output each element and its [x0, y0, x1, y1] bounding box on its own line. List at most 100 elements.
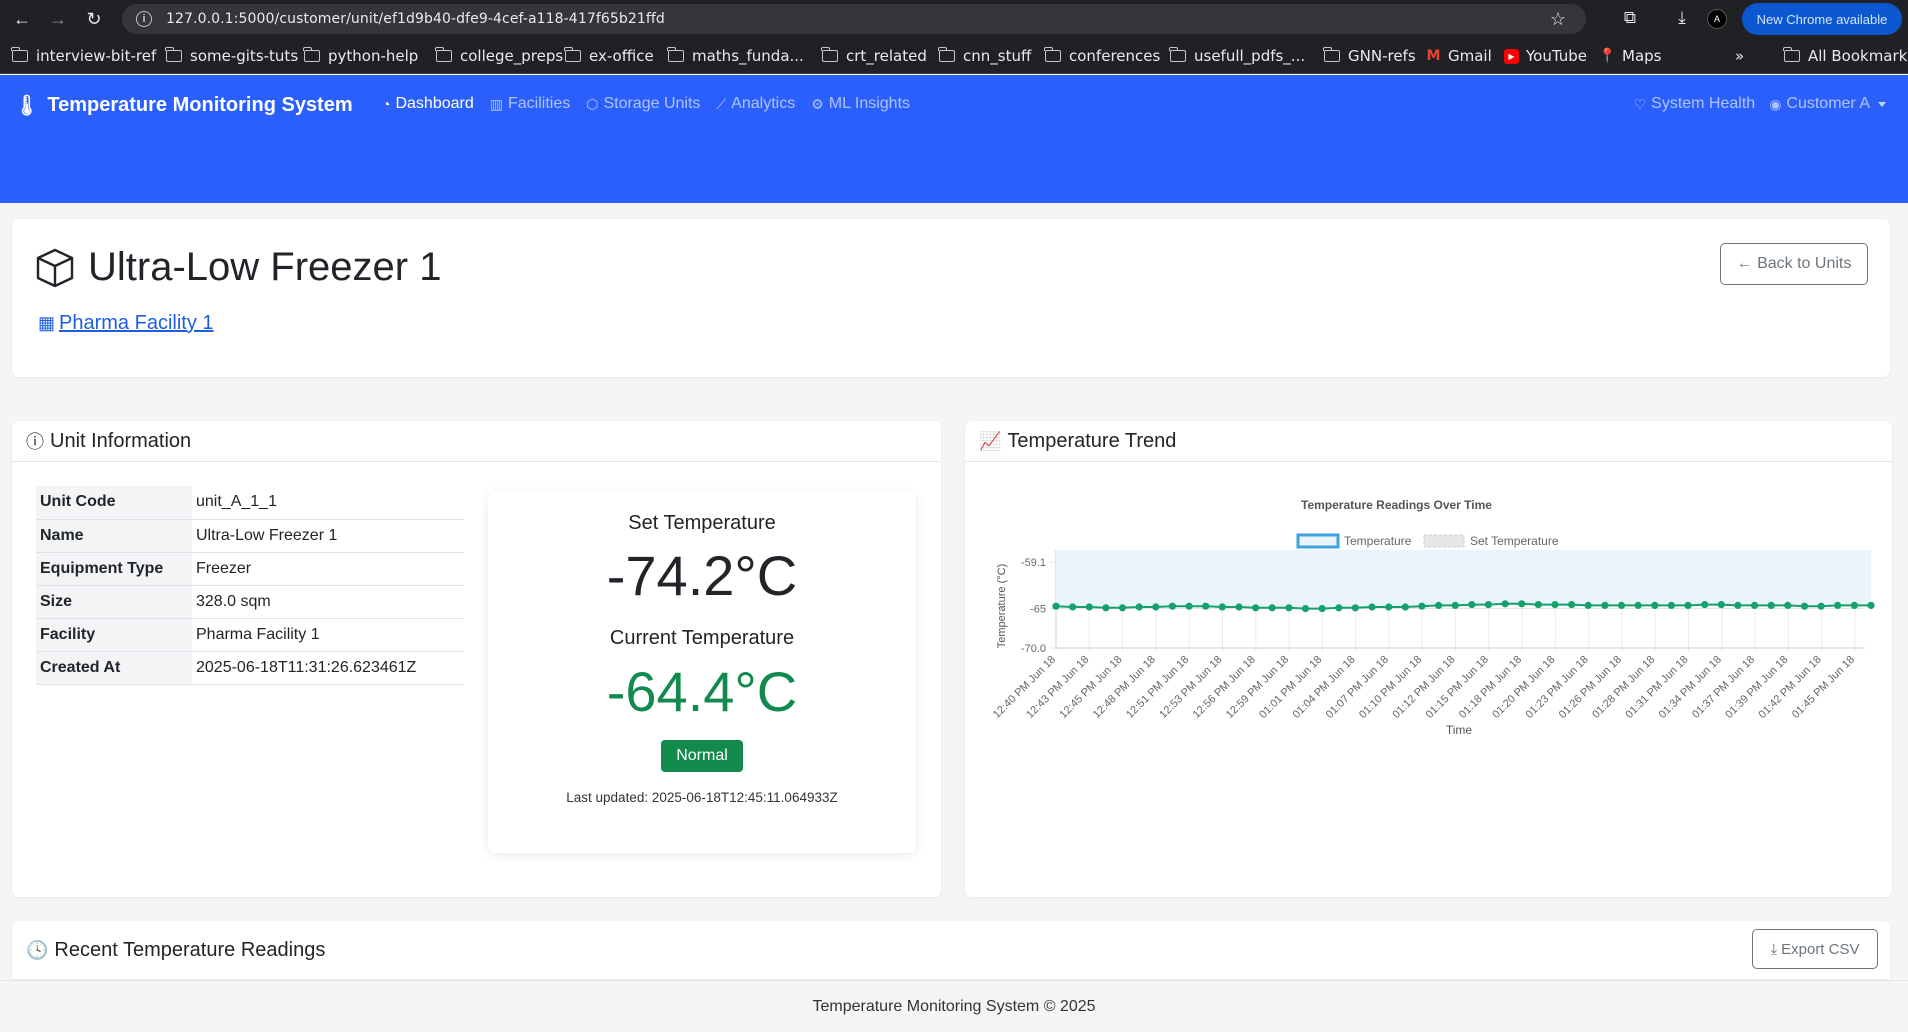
- bookmark-label: some-gits-tuts: [190, 47, 299, 65]
- nav-facilities[interactable]: ▥ Facilities: [490, 95, 570, 113]
- extensions-icon[interactable]: ⧉: [1619, 8, 1641, 28]
- app-navbar: 🌡 Temperature Monitoring System ◔ Dashbo…: [0, 75, 1908, 203]
- folder-icon: [1783, 47, 1800, 62]
- bookmark-python-help[interactable]: python-help: [303, 47, 418, 65]
- temperature-point: [1135, 603, 1143, 611]
- export-csv-label: Export CSV: [1781, 940, 1860, 958]
- bookmark-gmail[interactable]: M Gmail: [1426, 47, 1492, 65]
- nav-right: ♡ System Health ◉ Customer A: [1634, 95, 1886, 113]
- more-bookmarks-icon[interactable]: »: [1735, 47, 1744, 65]
- legend-label-temperature: Temperature: [1344, 534, 1412, 548]
- download-icon: ⤓: [1770, 940, 1778, 958]
- temperature-trend-card: 📈 Temperature Trend Temperature Readings…: [965, 421, 1892, 897]
- profile-avatar[interactable]: A: [1707, 9, 1727, 29]
- last-updated-text: Last updated: 2025-06-18T12:45:11.064933…: [566, 790, 838, 805]
- bookmark-conferences[interactable]: conferences: [1044, 47, 1160, 65]
- clock-history-icon: 🕓: [26, 939, 49, 960]
- brand-title: Temperature Monitoring System: [47, 94, 353, 116]
- bookmark-some-gits-tuts[interactable]: some-gits-tuts: [165, 47, 299, 65]
- bookmark-label: GNN-refs: [1348, 47, 1416, 65]
- current-temperature-label: Current Temperature: [609, 627, 795, 649]
- temperature-point: [1401, 603, 1409, 611]
- bookmark-interview-bit-ref[interactable]: interview-bit-ref: [11, 47, 156, 65]
- unit-information-header: ⓘ Unit Information: [12, 421, 941, 462]
- folder-icon: [1323, 47, 1340, 62]
- nav-system-health[interactable]: ♡ System Health: [1634, 95, 1756, 113]
- export-csv-button[interactable]: ⤓ Export CSV: [1752, 929, 1878, 969]
- bookmark-star-icon[interactable]: ☆: [1550, 9, 1566, 30]
- row-value: 328.0 sqm: [192, 585, 464, 619]
- bookmark-label: crt_related: [846, 47, 927, 65]
- temperature-point: [1584, 601, 1592, 609]
- brand[interactable]: 🌡 Temperature Monitoring System: [14, 93, 353, 118]
- temperature-point: [1102, 604, 1110, 612]
- bookmark-label: cnn_stuff: [963, 47, 1032, 65]
- unit-header-card: Ultra-Low Freezer 1 ▦ Pharma Facility 1 …: [12, 219, 1890, 377]
- nav-analytics[interactable]: ⟋ Analytics: [716, 95, 795, 113]
- back-arrow-icon[interactable]: ←: [8, 5, 36, 33]
- bookmark-college-preps[interactable]: college_preps: [435, 47, 563, 65]
- nav-facilities-label: Facilities: [507, 95, 571, 112]
- row-value: Ultra-Low Freezer 1: [192, 519, 464, 553]
- temperature-point: [1285, 604, 1293, 612]
- bookmark-crt-related[interactable]: crt_related: [821, 47, 927, 65]
- temperature-point: [1767, 601, 1775, 609]
- bookmark-label: ex-office: [589, 47, 654, 65]
- temperature-point: [1601, 601, 1609, 609]
- graph-icon: ⟋: [716, 95, 727, 112]
- unit-title: Ultra-Low Freezer 1: [88, 245, 442, 289]
- row-value: Pharma Facility 1: [192, 618, 464, 652]
- nav-ml-insights[interactable]: ⚙ ML Insights: [811, 95, 910, 113]
- graph-up-icon: 📈: [979, 430, 1002, 451]
- url-text[interactable]: 127.0.0.1:5000/customer/unit/ef1d9b40-df…: [166, 11, 665, 27]
- unit-information-card: ⓘ Unit Information Unit Code unit_A_1_1 N…: [12, 421, 941, 897]
- temperature-point: [1435, 601, 1443, 609]
- nav-dashboard[interactable]: ◔ Dashboard: [382, 95, 474, 113]
- reload-icon[interactable]: ↻: [80, 5, 108, 33]
- temperature-point: [1667, 601, 1675, 609]
- youtube-icon: ▶: [1504, 48, 1519, 64]
- facility-link[interactable]: ▦ Pharma Facility 1: [38, 312, 214, 335]
- temperature-point: [1850, 601, 1858, 609]
- address-bar[interactable]: i 127.0.0.1:5000/customer/unit/ef1d9b40-…: [122, 4, 1586, 34]
- building-icon: ▦: [38, 313, 56, 333]
- temperature-trend-title: Temperature Trend: [1007, 429, 1177, 452]
- back-to-units-button[interactable]: ← Back to Units: [1720, 243, 1868, 285]
- bookmark-cnn-stuff[interactable]: cnn_stuff: [938, 47, 1032, 65]
- temperature-point: [1085, 603, 1093, 611]
- forward-arrow-icon[interactable]: →: [44, 5, 72, 33]
- bookmark-maths-funda[interactable]: maths_funda...: [667, 47, 804, 65]
- y-tick-label: -65: [1030, 604, 1046, 616]
- temperature-point: [1784, 601, 1792, 609]
- folder-icon: [165, 47, 182, 62]
- download-icon[interactable]: ⤓: [1671, 8, 1693, 28]
- bookmark-youtube[interactable]: ▶ YouTube: [1504, 47, 1587, 65]
- temperature-point: [1069, 603, 1077, 611]
- user-dropdown[interactable]: ◉ Customer A: [1769, 95, 1886, 113]
- row-value: 2025-06-18T11:31:26.623461Z: [192, 651, 464, 685]
- all-bookmarks-label: All Bookmarks: [1808, 47, 1908, 65]
- site-info-icon[interactable]: i: [136, 11, 152, 27]
- temperature-point: [1684, 601, 1692, 609]
- all-bookmarks[interactable]: All Bookmarks: [1783, 47, 1908, 65]
- temperature-chart: Temperature Readings Over Time Temperatur…: [991, 498, 1875, 737]
- bookmark-maps[interactable]: 📍 Maps: [1599, 47, 1662, 65]
- x-tick-label: 01:45 PM Jun 18: [1790, 654, 1857, 721]
- table-row: Facility Pharma Facility 1: [36, 618, 464, 652]
- box-icon: ⬡: [586, 95, 599, 112]
- temperature-point: [1800, 602, 1809, 610]
- building-icon: ▥: [489, 95, 503, 112]
- bookmark-usefull-pdfs[interactable]: usefull_pdfs_...: [1169, 47, 1305, 65]
- nav-storage-units[interactable]: ⬡ Storage Units: [586, 95, 700, 113]
- bookmark-gnn-refs[interactable]: GNN-refs: [1323, 47, 1416, 65]
- x-axis-title: Time: [1446, 723, 1473, 737]
- new-chrome-button[interactable]: New Chrome available: [1742, 3, 1902, 35]
- temperature-point: [1867, 601, 1875, 609]
- unit-info-table: Unit Code unit_A_1_1 Name Ultra-Low Freeze…: [36, 486, 464, 685]
- bookmark-ex-office[interactable]: ex-office: [564, 47, 654, 65]
- row-key: Name: [36, 519, 192, 553]
- temperature-point: [1268, 604, 1276, 612]
- table-row: Unit Code unit_A_1_1: [36, 486, 464, 520]
- temperature-point: [1751, 601, 1759, 609]
- set-temperature-value: -74.2°C: [606, 544, 798, 607]
